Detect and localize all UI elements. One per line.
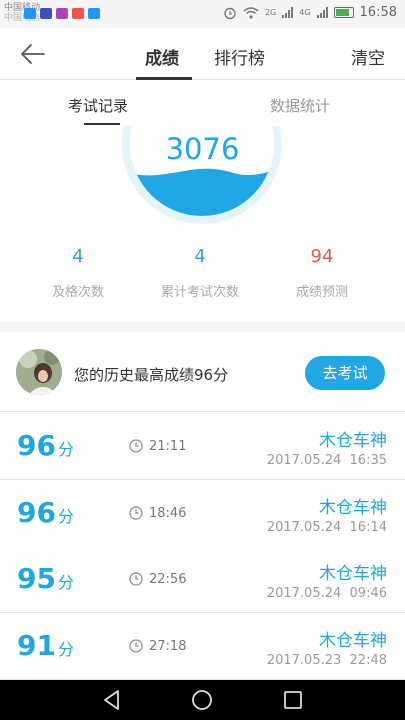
record-score-value: 96 <box>17 496 56 529</box>
signal-icon-2 <box>316 7 328 18</box>
tab-leaderboard[interactable]: 排行榜 <box>214 44 265 69</box>
list-item[interactable]: 96 分 18:46 木仓车神 2017.05.24 16:14 <box>0 480 405 547</box>
stat-total-exams-value: 4 <box>194 246 206 267</box>
record-score: 96 分 <box>17 429 74 462</box>
record-score-unit: 分 <box>57 640 74 659</box>
record-score: 91 分 <box>17 629 74 662</box>
clock-icon <box>129 572 143 586</box>
notification-app-icon <box>24 8 36 19</box>
notification-app-icon <box>40 8 52 19</box>
subtab-indicator <box>84 123 120 125</box>
record-score-value: 96 <box>17 429 56 462</box>
stat-total-exams-label: 累计考试次数 <box>160 285 239 300</box>
record-duration: 21:11 <box>149 439 187 454</box>
stat-prediction-value: 94 <box>310 246 334 267</box>
record-user-name: 木仓车神 <box>319 431 387 451</box>
nav-home-icon[interactable] <box>190 688 214 712</box>
clock-time: 16:58 <box>359 5 397 20</box>
clock-icon <box>129 639 143 653</box>
total-score: 3076 <box>165 132 240 166</box>
record-user-name: 木仓车神 <box>319 564 387 584</box>
score-gauge: 3076 <box>0 126 405 236</box>
record-user-name: 木仓车神 <box>319 498 387 518</box>
section-divider <box>0 322 405 332</box>
network-2g-label: 2G <box>264 8 277 17</box>
sub-tabs: 考试记录 数据统计 <box>0 80 405 126</box>
alarm-icon <box>224 7 236 19</box>
top-header: 成绩 排行榜 清空 <box>0 28 405 80</box>
nav-recents-icon[interactable] <box>281 688 305 712</box>
tab-scores[interactable]: 成绩 <box>145 44 179 69</box>
clock-icon <box>129 506 143 520</box>
signal-icon <box>282 7 294 18</box>
nav-back-icon[interactable] <box>100 688 124 712</box>
status-bar: 中国移动 中国电信 2G 4G 16:58 <box>0 0 405 28</box>
stat-passed-value: 4 <box>72 246 84 267</box>
battery-icon <box>333 7 354 18</box>
wifi-icon <box>243 6 259 19</box>
tab-data-statistics[interactable]: 数据统计 <box>270 95 330 116</box>
record-score: 95 分 <box>17 562 74 595</box>
record-user-name: 木仓车神 <box>319 631 387 651</box>
tab-exam-records[interactable]: 考试记录 <box>68 95 128 116</box>
record-score-unit: 分 <box>57 507 74 526</box>
best-score-row: 您的历史最高成绩96分 去考试 <box>0 332 405 412</box>
stat-passed-label: 及格次数 <box>51 285 104 300</box>
stats-row: 4 及格次数 4 累计考试次数 94 成绩预测 <box>0 245 405 305</box>
record-duration: 18:46 <box>149 506 187 521</box>
record-date: 2017.05.24 09:46 <box>266 586 387 601</box>
network-4g-label: 4G <box>299 8 311 17</box>
stat-total-exams: 4 累计考试次数 <box>135 245 265 300</box>
clock-icon <box>129 439 143 453</box>
back-arrow-icon[interactable] <box>18 39 48 69</box>
notification-app-icon <box>56 8 68 19</box>
list-item[interactable]: 91 分 27:18 木仓车神 2017.05.23 22:48 <box>0 613 405 680</box>
record-date: 2017.05.24 16:35 <box>266 453 387 468</box>
record-duration: 27:18 <box>149 639 187 654</box>
system-nav-bar <box>0 680 405 720</box>
record-score-value: 91 <box>17 629 56 662</box>
record-date: 2017.05.24 16:14 <box>266 520 387 535</box>
record-score-unit: 分 <box>57 573 74 592</box>
record-score: 96 分 <box>17 496 74 529</box>
take-exam-button[interactable]: 去考试 <box>305 356 385 390</box>
stat-passed: 4 及格次数 <box>13 245 143 300</box>
record-score-unit: 分 <box>57 440 74 459</box>
record-score-value: 95 <box>17 562 56 595</box>
record-duration: 22:56 <box>149 572 187 587</box>
best-score-text: 您的历史最高成绩96分 <box>74 366 229 384</box>
stat-prediction: 94 成绩预测 <box>257 245 387 300</box>
stat-prediction-label: 成绩预测 <box>295 285 348 300</box>
clear-button[interactable]: 清空 <box>351 44 385 69</box>
list-item[interactable]: 96 分 21:11 木仓车神 2017.05.24 16:35 <box>0 413 405 480</box>
list-item[interactable]: 95 分 22:56 木仓车神 2017.05.24 09:46 <box>0 546 405 613</box>
notification-app-icon <box>88 8 100 19</box>
record-date: 2017.05.23 22:48 <box>266 653 387 668</box>
notification-app-icon <box>72 8 84 19</box>
notification-icons <box>24 8 100 19</box>
avatar[interactable] <box>16 349 62 395</box>
